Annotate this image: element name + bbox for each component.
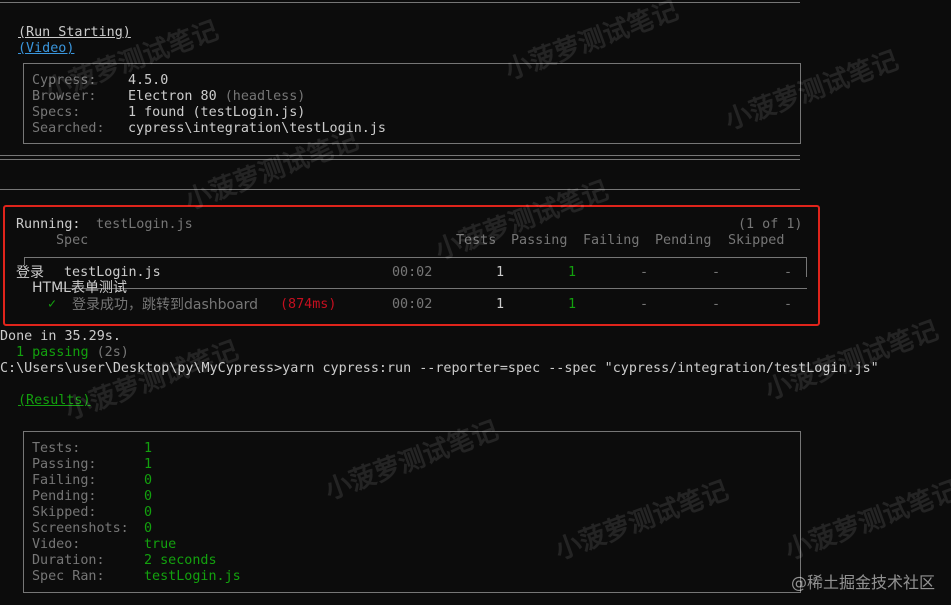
video-link[interactable]: (Video) <box>18 41 74 57</box>
watermark: 小菠萝测试笔记 <box>781 475 951 567</box>
sub-suite-name: HTML表单测试 <box>32 280 127 296</box>
result-value: 2 seconds <box>144 553 217 568</box>
test-failing: - <box>640 297 649 312</box>
double-separator <box>0 155 800 160</box>
test-time: 00:02 <box>392 297 433 312</box>
test-passing: 1 <box>568 297 577 312</box>
result-key: Skipped: <box>32 505 97 520</box>
row-tests: 1 <box>496 265 505 280</box>
single-separator <box>0 189 800 190</box>
result-value: true <box>144 537 177 552</box>
run-starting-heading: (Run Starting) <box>18 25 131 40</box>
row-skipped: - <box>784 265 793 280</box>
result-value: 1 <box>144 457 153 472</box>
result-key: Screenshots: <box>32 521 129 536</box>
test-title: 登录成功，跳转到dashboard <box>72 297 259 313</box>
done-line: Done in 35.29s. <box>0 329 121 344</box>
result-value: 0 <box>144 505 153 520</box>
table-right-border <box>806 257 807 277</box>
table-top-border <box>24 257 807 258</box>
header-spec: Spec <box>56 233 89 248</box>
run-info-key: Searched: <box>32 121 105 136</box>
terminal-window: { "header": { "run_starting": "(Run Star… <box>0 0 951 605</box>
result-key: Video: <box>32 537 81 552</box>
passing-count: 1 passing <box>16 345 89 360</box>
result-key: Duration: <box>32 553 105 568</box>
row-pending: - <box>712 265 721 280</box>
table-mid-border <box>58 288 807 289</box>
result-value: 1 <box>144 441 153 456</box>
test-duration: (874ms) <box>280 297 337 312</box>
result-key: Spec Ran: <box>32 569 105 584</box>
header-pending: Pending <box>655 233 712 248</box>
result-key: Tests: <box>32 441 81 456</box>
result-key: Pending: <box>32 489 97 504</box>
header-failing: Failing <box>583 233 640 248</box>
credit-watermark: @稀土掘金技术社区 <box>790 573 935 592</box>
row-spec: testLogin.js <box>64 265 161 280</box>
result-value: 0 <box>144 489 153 504</box>
suite-name: 登录 <box>16 265 44 281</box>
result-key: Passing: <box>32 457 97 472</box>
passing-time: (2s) <box>96 345 129 360</box>
running-spec: testLogin.js <box>96 217 193 232</box>
running-label: Running: <box>16 217 81 232</box>
table-left-border <box>24 257 25 265</box>
check-icon: ✓ <box>48 297 57 312</box>
test-tests: 1 <box>496 297 505 312</box>
running-count: (1 of 1) <box>738 217 803 232</box>
result-value: 0 <box>144 521 153 536</box>
run-info-suffix: (headless) <box>224 89 306 104</box>
row-passing: 1 <box>568 265 577 280</box>
run-info-value: Electron 80 <box>128 89 225 104</box>
run-info-key: Specs: <box>32 105 81 120</box>
result-value: testLogin.js <box>144 569 241 584</box>
test-skipped: - <box>784 297 793 312</box>
header-skipped: Skipped <box>728 233 785 248</box>
row-time: 00:02 <box>392 265 433 280</box>
run-info-value: 1 found (testLogin.js) <box>128 105 306 120</box>
result-key: Failing: <box>32 473 97 488</box>
result-value: 0 <box>144 473 153 488</box>
row-failing: - <box>640 265 649 280</box>
test-pending: - <box>712 297 721 312</box>
top-separator <box>0 2 800 3</box>
